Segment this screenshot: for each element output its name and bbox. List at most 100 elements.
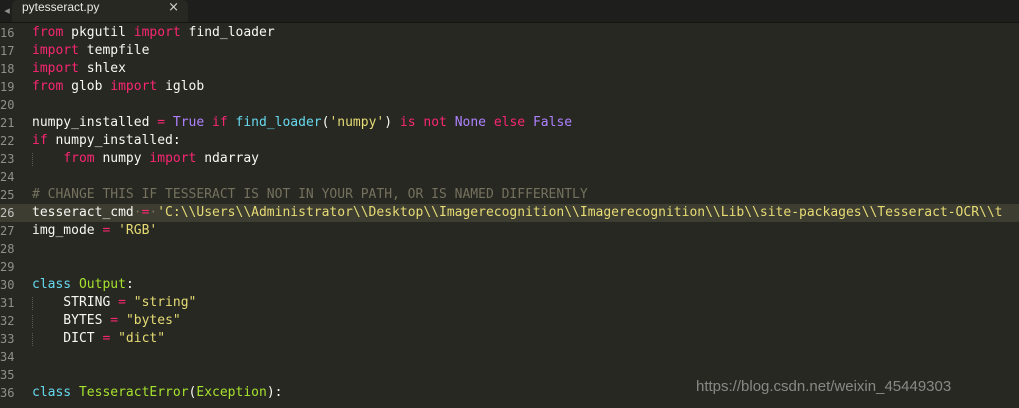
code-token: find_loader [235, 115, 322, 130]
code-line[interactable]: 30 class Output: [0, 276, 1019, 294]
code-token: import [32, 61, 79, 76]
code-token: None [454, 115, 486, 130]
line-number: 19 [0, 80, 15, 94]
line-number: 32 [0, 314, 15, 328]
line-code: img_mode = 'RGB' [32, 222, 157, 240]
code-line[interactable]: 24 [0, 168, 1019, 186]
code-token: "bytes" [125, 313, 181, 328]
tab-pytesseract[interactable]: pytesseract.py × [12, 0, 188, 22]
code-token: = [118, 295, 126, 310]
code-token: numpy_installed: [47, 133, 181, 148]
line-code: tesseract_cmd·=·'C:\\Users\\Administrato… [32, 204, 1003, 222]
line-number: 30 [0, 278, 15, 292]
line-code: from pkgutil import find_loader [32, 24, 275, 42]
code-token: tempfile [78, 43, 150, 58]
code-token: ndarray [196, 151, 260, 166]
code-token: 'numpy' [329, 115, 385, 130]
code-line[interactable]: 22 if numpy_installed: [0, 132, 1019, 150]
line-code: from glob import iglob [32, 78, 204, 96]
code-token: Output [78, 277, 126, 292]
code-line[interactable]: 32 BYTES = "bytes" [0, 312, 1019, 330]
line-number: 29 [0, 260, 15, 274]
code-token: tesseract_cmd [32, 205, 134, 220]
code-line[interactable]: 34 [0, 348, 1019, 366]
line-number: 26 [0, 206, 15, 220]
code-token: from [63, 151, 95, 166]
code-token: ) [384, 115, 400, 130]
indent-guide [32, 315, 33, 328]
line-code: class Output: [32, 276, 134, 294]
code-token: False [532, 115, 573, 130]
code-token: "dict" [118, 331, 166, 346]
code-line[interactable]: 27 img_mode = 'RGB' [0, 222, 1019, 240]
line-code: # CHANGE THIS IF TESSERACT IS NOT IN YOU… [32, 186, 588, 204]
code-token: class [32, 277, 72, 292]
code-token: import [149, 151, 197, 166]
code-token: : [125, 277, 134, 292]
code-token: pkgutil [63, 25, 134, 40]
line-number: 34 [0, 350, 15, 364]
code-token: = [110, 313, 119, 328]
code-token: import [32, 43, 79, 58]
code-token: from [32, 79, 64, 94]
line-code: BYTES = "bytes" [32, 312, 181, 330]
code-token: if [212, 115, 228, 130]
line-code: import tempfile [32, 42, 149, 60]
code-line[interactable]: 25 # CHANGE THIS IF TESSERACT IS NOT IN Y… [0, 186, 1019, 204]
code-token: · [133, 205, 142, 220]
code-line[interactable]: 28 [0, 240, 1019, 258]
code-line[interactable]: 19 from glob import iglob [0, 78, 1019, 96]
code-line[interactable]: 16 from pkgutil import find_loader [0, 24, 1019, 42]
code-token: BYTES [32, 313, 111, 328]
code-line[interactable]: 31 STRING = "string" [0, 294, 1019, 312]
code-token: 'C:\\Users\\Administrator\\Desktop\\Imag… [157, 205, 1003, 220]
code-line[interactable]: 26 tesseract_cmd·=·'C:\\Users\\Administra… [0, 204, 1019, 222]
line-code: STRING = "string" [32, 294, 196, 312]
code-line[interactable]: 21 numpy_installed = True if find_loader(… [0, 114, 1019, 132]
line-number: 25 [0, 188, 15, 202]
line-number: 31 [0, 296, 15, 310]
code-line[interactable]: 17 import tempfile [0, 42, 1019, 60]
line-number: 24 [0, 170, 15, 184]
code-token: # CHANGE THIS IF TESSERACT IS NOT IN YOU… [32, 187, 588, 202]
code-editor[interactable]: 16 from pkgutil import find_loader 17 impor… [0, 24, 1019, 408]
code-token: is not [399, 115, 447, 130]
code-token: "string" [133, 295, 197, 310]
code-line[interactable]: 23 from numpy import ndarray [0, 150, 1019, 168]
code-token: TesseractError [78, 385, 189, 400]
line-number: 33 [0, 332, 15, 346]
code-token: DICT [32, 331, 103, 346]
line-number: 16 [0, 26, 15, 40]
line-code: class TesseractError(Exception): [32, 384, 282, 402]
line-number: 21 [0, 116, 15, 130]
indent-guide [32, 153, 33, 166]
code-token: numpy_installed [32, 115, 158, 130]
tab-label: pytesseract.py [22, 0, 100, 14]
code-line[interactable]: 29 [0, 258, 1019, 276]
close-icon[interactable]: × [168, 0, 179, 15]
line-number: 18 [0, 62, 15, 76]
line-number: 27 [0, 224, 15, 238]
code-token: find_loader [180, 25, 275, 40]
code-token: numpy [94, 151, 150, 166]
code-token: iglob [157, 79, 205, 94]
code-line[interactable]: 33 DICT = "dict" [0, 330, 1019, 348]
code-token: True [172, 115, 205, 130]
code-token: glob [63, 79, 111, 94]
code-line[interactable]: 18 import shlex [0, 60, 1019, 78]
line-code: DICT = "dict" [32, 330, 165, 348]
code-token: ): [266, 385, 283, 400]
code-line[interactable]: 20 [0, 96, 1019, 114]
line-code: import shlex [32, 60, 126, 78]
